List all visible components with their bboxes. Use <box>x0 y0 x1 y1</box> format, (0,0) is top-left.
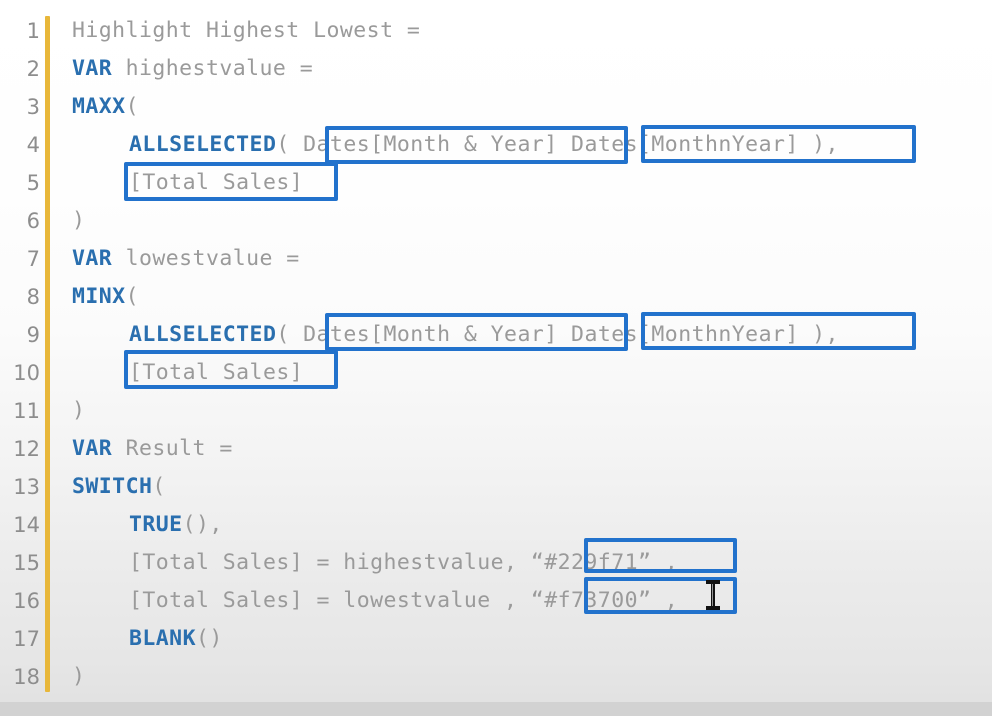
line-number-11: 11 <box>13 399 40 423</box>
line-number-8: 8 <box>26 285 40 309</box>
line-number-14: 14 <box>13 513 40 537</box>
line-number-15: 15 <box>13 551 40 575</box>
function-maxx: MAXX <box>72 94 126 119</box>
code-line-15-condition: [Total Sales] = highestvalue, <box>129 550 531 575</box>
code-line-1-text: Highlight Highest Lowest = <box>72 18 421 43</box>
code-line-18-text: ) <box>72 664 86 689</box>
code-line-4-close: ), <box>798 132 839 157</box>
color-literal-highest: “#229f71” <box>530 550 652 575</box>
column-ref-month-and-year-2: Dates[Month & Year] <box>303 322 558 347</box>
code-line-2-text: highestvalue = <box>112 56 314 81</box>
code-line-4-gap <box>558 132 571 157</box>
line-number-2: 2 <box>26 57 40 81</box>
code-line-16-comma: , <box>651 588 679 613</box>
code-line-7-text: lowestvalue = <box>112 246 300 271</box>
code-line-12-text: Result = <box>112 436 233 461</box>
column-ref-month-and-year: Dates[Month & Year] <box>303 132 558 157</box>
column-ref-monthnyear: Dates[MonthnYear] <box>571 132 799 157</box>
keyword-var-3: VAR <box>72 436 113 461</box>
code-line-15-comma: , <box>651 550 679 575</box>
code-line-8-text: ( <box>125 284 139 309</box>
keyword-var: VAR <box>72 56 113 81</box>
code-line-13[interactable]: SWITCH( <box>72 468 166 506</box>
function-blank: BLANK <box>129 626 196 651</box>
code-line-3-text: ( <box>125 94 139 119</box>
keyword-var-2: VAR <box>72 246 113 271</box>
code-line-8[interactable]: MINX( <box>72 278 139 316</box>
line-number-gutter: 1 2 3 4 5 6 7 8 9 10 11 12 13 14 15 16 1… <box>0 0 44 716</box>
code-line-17[interactable]: BLANK() <box>129 620 223 658</box>
code-line-2[interactable]: VAR highestvalue = <box>72 50 313 88</box>
code-line-17-text: () <box>195 626 223 651</box>
code-line-16[interactable]: [Total Sales] = lowestvalue , “#f73700” … <box>129 582 678 620</box>
code-line-18[interactable]: ) <box>72 658 85 696</box>
function-allselected-2: ALLSELECTED <box>129 322 277 347</box>
function-switch: SWITCH <box>72 474 153 499</box>
code-line-13-text: ( <box>152 474 166 499</box>
column-ref-monthnyear-2: Dates[MonthnYear] <box>571 322 799 347</box>
dax-formula-editor: 1 2 3 4 5 6 7 8 9 10 11 12 13 14 15 16 1… <box>0 0 992 716</box>
line-number-9: 9 <box>26 323 40 347</box>
color-literal-lowest: “#f73700” <box>530 588 652 613</box>
line-number-13: 13 <box>13 475 40 499</box>
code-line-16-condition: [Total Sales] = lowestvalue , <box>129 588 531 613</box>
code-line-14[interactable]: TRUE(), <box>129 506 223 544</box>
line-number-17: 17 <box>13 627 40 651</box>
code-line-1[interactable]: Highlight Highest Lowest = <box>72 12 420 50</box>
line-number-1: 1 <box>26 19 40 43</box>
function-allselected: ALLSELECTED <box>129 132 277 157</box>
function-true: TRUE <box>129 512 183 537</box>
line-number-10: 10 <box>13 361 40 385</box>
function-minx: MINX <box>72 284 126 309</box>
code-line-11[interactable]: ) <box>72 392 85 430</box>
code-fold-accent-bar <box>45 16 50 692</box>
measure-ref-total-sales: [Total Sales] <box>129 170 304 195</box>
line-number-16: 16 <box>13 589 40 613</box>
code-line-7[interactable]: VAR lowestvalue = <box>72 240 300 278</box>
line-number-3: 3 <box>26 95 40 119</box>
code-line-11-text: ) <box>72 398 86 423</box>
text-ibeam-cursor <box>706 580 720 610</box>
line-number-6: 6 <box>26 209 40 233</box>
code-line-9-gap <box>558 322 571 347</box>
code-line-12[interactable]: VAR Result = <box>72 430 233 468</box>
code-line-3[interactable]: MAXX( <box>72 88 139 126</box>
code-line-9[interactable]: ALLSELECTED( Dates[Month & Year] Dates[M… <box>129 316 839 354</box>
code-line-9-close: ), <box>798 322 839 347</box>
code-line-9-open-paren: ( <box>276 322 304 347</box>
code-line-6[interactable]: ) <box>72 202 85 240</box>
code-line-10[interactable]: [Total Sales] <box>129 354 303 392</box>
code-line-4[interactable]: ALLSELECTED( Dates[Month & Year] Dates[M… <box>129 126 839 164</box>
line-number-4: 4 <box>26 133 40 157</box>
line-number-7: 7 <box>26 247 40 271</box>
code-area[interactable]: Highlight Highest Lowest = VAR highestva… <box>72 0 992 716</box>
code-line-6-text: ) <box>72 208 86 233</box>
code-line-15[interactable]: [Total Sales] = highestvalue, “#229f71” … <box>129 544 678 582</box>
code-line-4-open-paren: ( <box>276 132 304 157</box>
measure-ref-total-sales-2: [Total Sales] <box>129 360 304 385</box>
line-number-5: 5 <box>26 171 40 195</box>
line-number-12: 12 <box>13 437 40 461</box>
code-line-5[interactable]: [Total Sales] <box>129 164 303 202</box>
code-line-14-text: (), <box>182 512 223 537</box>
line-number-18: 18 <box>13 665 40 689</box>
